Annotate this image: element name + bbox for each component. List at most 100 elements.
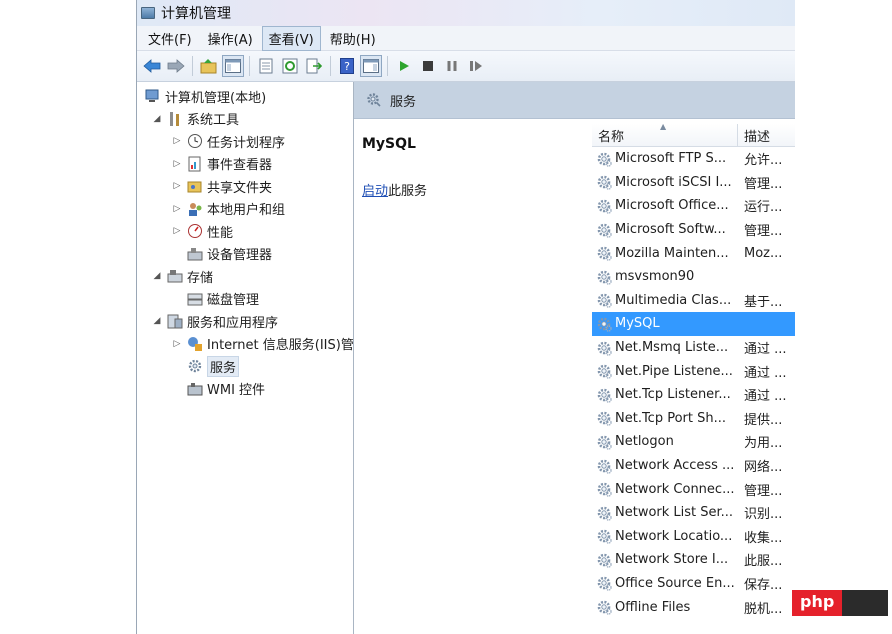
menu-item-0[interactable]: 文件(F): [141, 26, 199, 51]
services-applications-icon: [167, 313, 183, 329]
service-gear-icon: [596, 269, 612, 285]
start-service-link[interactable]: 启动: [362, 184, 388, 199]
service-row[interactable]: MySQL: [592, 312, 795, 336]
service-name-cell: Mozilla Mainten...: [592, 245, 738, 261]
svg-text:?: ?: [344, 60, 350, 73]
start-service-icon[interactable]: [393, 55, 415, 77]
tree-item-2[interactable]: ▷ 任务计划程序: [171, 131, 285, 151]
title-bar: 计算机管理: [137, 0, 795, 26]
service-action-text: 此服务: [388, 184, 428, 199]
expand-arrow-icon[interactable]: ▷: [171, 204, 183, 214]
service-row[interactable]: Network Locatio... 收集...: [592, 525, 795, 549]
expand-arrow-icon[interactable]: ▷: [171, 136, 183, 146]
pause-service-icon[interactable]: [441, 55, 463, 77]
tree-item-6[interactable]: ▷ 性能: [171, 221, 233, 241]
service-gear-icon: [596, 222, 612, 238]
service-gear-icon: [596, 434, 612, 450]
collapse-arrow-icon[interactable]: ◢: [151, 114, 163, 124]
service-description: 识别...: [744, 507, 783, 523]
column-header-name[interactable]: ▲ 名称: [592, 124, 738, 146]
forward-icon[interactable]: [165, 55, 187, 77]
service-name-cell: Network Locatio...: [592, 528, 738, 544]
storage-icon: [167, 268, 183, 284]
service-row[interactable]: Net.Pipe Listene... 通过 ...: [592, 359, 795, 383]
service-row[interactable]: Microsoft FTP S... 允许...: [592, 147, 795, 171]
menu-item-2[interactable]: 查看(V): [261, 25, 321, 51]
service-description: 此服...: [744, 554, 783, 570]
service-name-cell: Office Source En...: [592, 575, 738, 592]
service-name-cell: Microsoft Softw...: [592, 222, 738, 238]
expand-arrow-icon[interactable]: ▷: [171, 339, 183, 349]
help-icon[interactable]: ?: [336, 55, 358, 77]
refresh-icon[interactable]: [279, 55, 301, 77]
tree-item-0[interactable]: 计算机管理(本地): [141, 86, 266, 106]
service-gear-icon: [596, 151, 612, 167]
service-gear-icon: [596, 363, 612, 379]
service-name-cell: Net.Tcp Listener...: [592, 387, 738, 403]
sort-ascending-icon: ▲: [660, 124, 667, 131]
service-row[interactable]: Net.Msmq Liste... 通过 ...: [592, 336, 795, 360]
service-row[interactable]: Mozilla Mainten... Moz...: [592, 241, 795, 265]
computer-management-icon: [145, 88, 161, 104]
column-header-name-label: 名称: [598, 129, 625, 145]
tree-item-11[interactable]: ▷ Internet 信息服务(IIS)管: [171, 334, 353, 354]
service-row[interactable]: Network Connec... 管理...: [592, 477, 795, 501]
content-area: 计算机管理(本地) ◢ 系统工具 ▷ 任务计划程序 ▷ 事件查看器 ▷ 共享文件夹 ▷ 本地用户和组…: [137, 82, 795, 634]
tree-item-10[interactable]: ◢ 服务和应用程序: [151, 311, 278, 331]
column-header-description[interactable]: 描述: [738, 124, 770, 146]
service-name: Mozilla Mainten...: [615, 245, 729, 261]
export-list-icon[interactable]: [303, 55, 325, 77]
service-row[interactable]: Microsoft Softw... 管理...: [592, 218, 795, 242]
expand-arrow-icon[interactable]: ▷: [171, 181, 183, 191]
expand-arrow-icon[interactable]: ▷: [171, 226, 183, 236]
service-row[interactable]: Net.Tcp Port Sh... 提供...: [592, 407, 795, 431]
service-name: Network Locatio...: [615, 528, 733, 544]
service-row[interactable]: Net.Tcp Listener... 通过 ...: [592, 383, 795, 407]
service-row[interactable]: Offline Files 脱机...: [592, 595, 795, 619]
tree-item-1[interactable]: ◢ 系统工具: [151, 109, 239, 129]
navigation-tree: 计算机管理(本地) ◢ 系统工具 ▷ 任务计划程序 ▷ 事件查看器 ▷ 共享文件夹 ▷ 本地用户和组…: [137, 82, 354, 634]
service-row[interactable]: Microsoft Office... 运行...: [592, 194, 795, 218]
service-description: 通过 ...: [744, 365, 787, 381]
tree-item-5[interactable]: ▷ 本地用户和组: [171, 199, 285, 219]
service-row[interactable]: Network Access ... 网络...: [592, 454, 795, 478]
tree-item-8[interactable]: ◢ 存储: [151, 266, 213, 286]
show-hide-tree-icon[interactable]: [222, 55, 244, 77]
collapse-arrow-icon[interactable]: ◢: [151, 316, 163, 326]
service-description: 为用...: [744, 436, 783, 452]
service-name: Netlogon: [615, 434, 674, 450]
service-name: Network List Ser...: [615, 505, 734, 521]
back-icon[interactable]: [141, 55, 163, 77]
services-header: 服务: [354, 82, 795, 119]
service-description: 管理...: [744, 176, 783, 192]
tree-item-13[interactable]: WMI 控件: [171, 379, 265, 399]
menu-bar: 文件(F) 操作(A) 查看(V) 帮助(H): [137, 25, 795, 51]
restart-service-icon[interactable]: [465, 55, 487, 77]
service-row[interactable]: Multimedia Clas... 基于...: [592, 289, 795, 313]
menu-item-3[interactable]: 帮助(H): [323, 26, 383, 51]
menu-item-1[interactable]: 操作(A): [201, 26, 260, 51]
tree-item-4[interactable]: ▷ 共享文件夹: [171, 176, 272, 196]
service-row[interactable]: Netlogon 为用...: [592, 430, 795, 454]
up-folder-icon[interactable]: [198, 55, 220, 77]
tree-item-9[interactable]: 磁盘管理: [171, 289, 259, 309]
stop-service-icon[interactable]: [417, 55, 439, 77]
collapse-arrow-icon[interactable]: ◢: [151, 271, 163, 281]
disk-management-icon: [187, 291, 203, 307]
tree-item-7[interactable]: 设备管理器: [171, 244, 272, 264]
service-row[interactable]: Network Store I... 此服...: [592, 548, 795, 572]
expand-arrow-icon[interactable]: ▷: [171, 159, 183, 169]
watermark-dark-block: [842, 590, 888, 616]
service-row[interactable]: Network List Ser... 识别...: [592, 501, 795, 525]
tree-item-12[interactable]: 服务: [171, 355, 240, 377]
tree-item-label: 性能: [207, 225, 234, 241]
properties-icon[interactable]: [255, 55, 277, 77]
tree-item-label: 共享文件夹: [207, 180, 273, 196]
window-title: 计算机管理: [161, 6, 231, 22]
service-row[interactable]: Microsoft iSCSI I... 管理...: [592, 171, 795, 195]
service-row[interactable]: msvsmon90: [592, 265, 795, 289]
performance-icon: [187, 223, 203, 239]
tree-item-3[interactable]: ▷ 事件查看器: [171, 154, 272, 174]
show-action-pane-icon[interactable]: [360, 55, 382, 77]
service-row[interactable]: Office Source En... 保存...: [592, 572, 795, 596]
